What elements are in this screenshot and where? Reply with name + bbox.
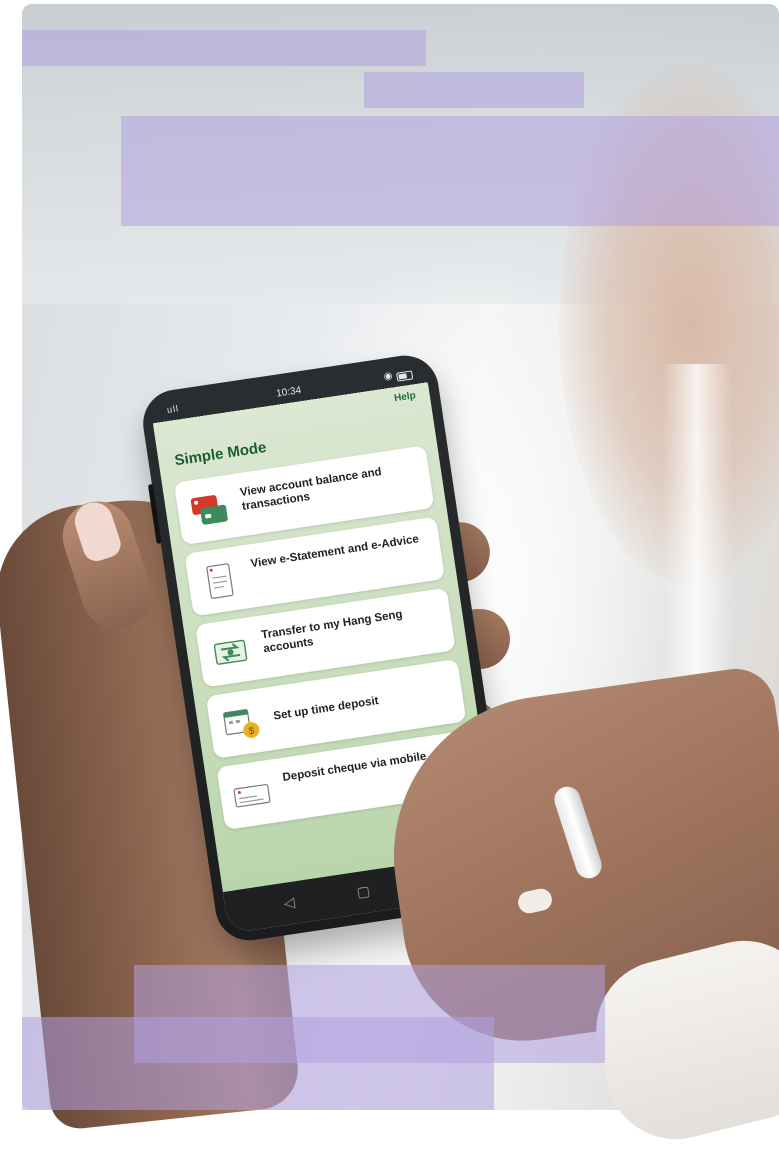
page-title: Simple Mode [173, 438, 268, 470]
card-label: View account balance and transactions [239, 466, 383, 513]
redaction-bar [22, 1017, 494, 1110]
redaction-bar [121, 116, 779, 226]
home-icon[interactable]: ▢ [352, 880, 375, 903]
battery-icon [396, 370, 414, 382]
redaction-bar [364, 72, 584, 108]
cheque-icon [230, 774, 273, 815]
back-icon[interactable]: ◁ [278, 891, 301, 914]
card-label: View e-Statement and e-Advice [249, 533, 420, 571]
calendar-coin-icon: $ [220, 703, 263, 744]
transfer-icon [209, 632, 252, 673]
wifi-icon: ◉ [383, 370, 394, 383]
redaction-bar [22, 30, 426, 66]
help-link[interactable]: Help [393, 390, 416, 404]
document-icon [198, 560, 241, 601]
card-label: Transfer to my Hang Seng accounts [260, 608, 404, 656]
card-label: Set up time deposit [272, 695, 380, 723]
cards-icon [188, 489, 231, 530]
